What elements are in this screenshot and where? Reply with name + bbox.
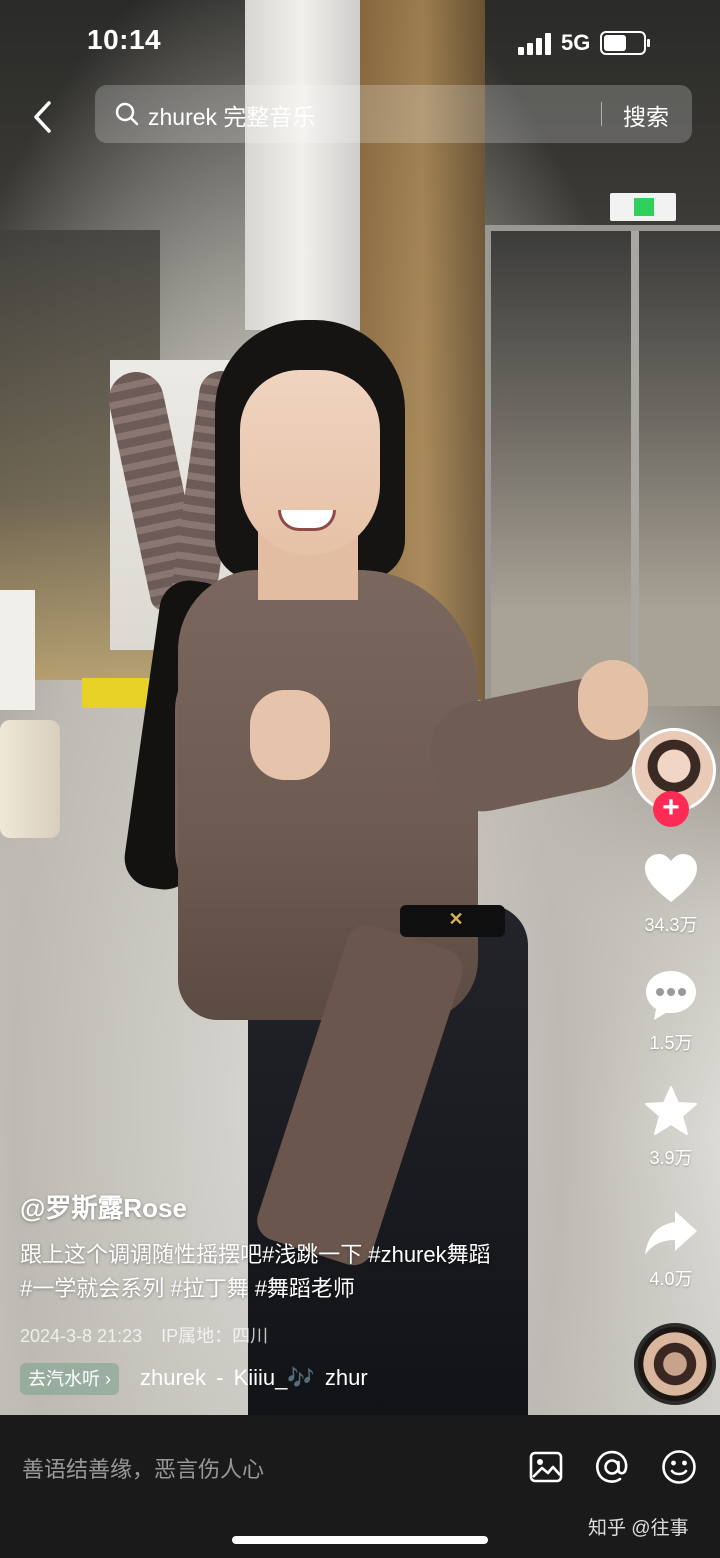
belt-buckle: ✕ [448,909,464,929]
chevron-right-icon: › [105,1369,112,1389]
soda-music-link[interactable]: 去汽水听 › [20,1363,120,1395]
soda-chip-label: 去汽水听 [28,1369,100,1389]
share-count: 4.0万 [649,1269,693,1289]
dancer-hand [578,660,648,740]
search-divider [601,102,602,126]
post-meta: 2024-3-8 21:23 IP属地：四川 [20,1322,268,1348]
like-count: 34.3万 [644,915,698,935]
background-glass-door [485,225,720,706]
back-button[interactable] [20,92,64,142]
watermark: 知乎 @往事 [588,1518,689,1539]
background-stool [0,720,60,838]
background-shelf [0,590,35,710]
like-button[interactable]: 34.3万 [630,852,712,937]
emoji-icon [662,1450,696,1484]
post-date: 2024-3-8 21:23 [20,1326,143,1346]
exit-sign [610,193,676,221]
dancer-hand [250,690,330,780]
search-icon [115,102,139,126]
comment-icon [646,971,696,1020]
chevron-left-icon [34,101,51,133]
image-icon [529,1451,563,1483]
at-icon [595,1450,628,1483]
emoji-button[interactable] [659,1447,699,1487]
music-title[interactable]: zhurek - Kiiiu_🎶 zhur [140,1365,420,1391]
status-time: 10:14 [87,24,162,55]
search-input[interactable]: zhurek 完整音乐 [148,98,315,132]
image-button[interactable] [526,1447,566,1487]
author-name[interactable]: @罗斯露Rose [20,1188,187,1225]
signal-icon [518,31,551,55]
comment-button[interactable]: 1.5万 [630,968,712,1055]
description-line: 跟上这个调调随性摇摆吧#浅跳一下 #zhurek舞蹈 [20,1242,491,1267]
ip-location: IP属地：四川 [161,1326,269,1346]
music-disc[interactable] [634,1323,716,1405]
search-bar[interactable]: zhurek 完整音乐 搜索 [95,85,692,143]
comment-count: 1.5万 [649,1033,693,1053]
video-screen[interactable]: ✕ 10:14 5G zhurek 完整音乐 搜索 + 34.3万 1.5万 3… [0,0,720,1558]
description-line: #一学就会系列 #拉丁舞 #舞蹈老师 [20,1276,355,1301]
network-type: 5G [561,30,591,55]
mention-button[interactable] [592,1447,632,1487]
share-button[interactable]: 4.0万 [630,1208,712,1291]
background-pillar [245,0,360,330]
follow-button[interactable]: + [653,791,689,827]
star-icon [645,1086,697,1135]
battery-icon [600,31,651,55]
comment-input[interactable]: 善语结善缘，恶言伤人心 [22,1452,264,1484]
post-description[interactable]: 跟上这个调调随性摇摆吧#浅跳一下 #zhurek舞蹈 #一学就会系列 #拉丁舞 … [20,1238,580,1306]
search-button[interactable]: 搜索 [623,98,669,132]
favorite-button[interactable]: 3.9万 [630,1085,712,1170]
favorite-count: 3.9万 [649,1148,693,1168]
heart-icon [645,854,697,902]
home-indicator[interactable] [232,1536,488,1544]
share-icon [645,1211,697,1255]
status-indicators: 5G [518,28,651,58]
